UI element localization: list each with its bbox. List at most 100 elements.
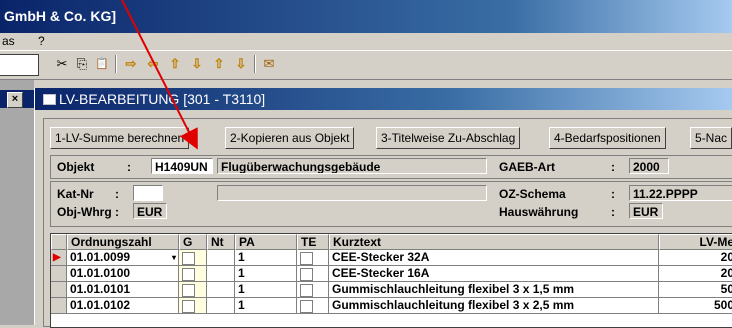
objekt-name-field: Flugüberwachungsgebäude — [217, 158, 487, 174]
kurztext-cell[interactable]: Gummischlauchleitung flexibel 3 x 2,5 mm — [329, 298, 659, 314]
dropdown-arrow-icon[interactable]: ▾ — [172, 250, 176, 265]
te-cell[interactable] — [297, 298, 329, 314]
pa-cell[interactable]: 1 — [235, 250, 297, 266]
g-checkbox[interactable] — [182, 283, 195, 297]
te-checkbox[interactable] — [300, 299, 313, 313]
hauswaehrung-label: Hauswährung — [499, 205, 579, 219]
nt-cell[interactable] — [207, 250, 235, 266]
arrow-down-icon[interactable]: ⇩ — [188, 55, 206, 73]
mail-icon[interactable]: ✉ — [260, 55, 278, 73]
lv-menge-cell[interactable]: 500 — [659, 298, 732, 314]
row-indicator — [51, 282, 67, 298]
katnr-field[interactable] — [133, 185, 163, 201]
objwhrg-label: Obj-Whrg — [57, 205, 112, 219]
nt-cell[interactable] — [207, 298, 235, 314]
ordnungszahl-cell[interactable]: 01.01.0101 — [67, 282, 179, 298]
g-cell[interactable] — [179, 266, 207, 282]
tab-lv-summe[interactable]: 1-LV-Summe berechnen — [50, 127, 190, 149]
katnr-group: Kat-Nr : Obj-Whrg : EUR OZ-Schema : 11.2… — [50, 181, 732, 227]
form-panel: 1-LV-Summe berechnen 2-Kopieren aus Obje… — [43, 118, 732, 328]
arrow-top-icon[interactable]: ⇧ — [210, 55, 228, 73]
arrow-right-icon[interactable]: ⇨ — [122, 55, 140, 73]
g-cell[interactable] — [179, 250, 207, 266]
colon: : — [115, 187, 119, 201]
close-icon[interactable]: × — [7, 92, 23, 108]
column-header-te[interactable]: TE — [297, 234, 329, 250]
table-row[interactable]: 01.01.0100 1 CEE-Stecker 16A 20 — [51, 266, 732, 282]
left-pane: × — [0, 80, 34, 325]
tab-titelweise[interactable]: 3-Titelweise Zu-Abschlag — [376, 127, 521, 149]
lv-grid[interactable]: Ordnungszahl G Nt PA TE Kurztext LV-Me ▶… — [50, 233, 732, 328]
lv-menge-cell[interactable]: 20 — [659, 266, 732, 282]
g-checkbox[interactable] — [182, 267, 195, 281]
lv-bearbeitung-window: LV-BEARBEITUNG [301 - T3110] 1-LV-Summe … — [34, 88, 732, 328]
te-cell[interactable] — [297, 250, 329, 266]
gaeb-label: GAEB-Art — [499, 160, 555, 174]
paste-icon[interactable]: 📋 — [93, 55, 111, 73]
row-indicator — [51, 298, 67, 314]
row-indicator-header — [51, 234, 67, 250]
row-indicator — [51, 266, 67, 282]
g-checkbox[interactable] — [182, 251, 195, 265]
tab-kopieren[interactable]: 2-Kopieren aus Objekt — [225, 127, 355, 149]
tab-nachtraege[interactable]: 5-Nac — [690, 127, 732, 149]
column-header-pa[interactable]: PA — [235, 234, 297, 250]
toolbar-combo[interactable] — [0, 54, 39, 76]
te-cell[interactable] — [297, 266, 329, 282]
child-title-bar: LV-BEARBEITUNG [301 - T3110] — [35, 88, 732, 110]
menu-bar: as ? — [0, 33, 732, 50]
g-checkbox[interactable] — [182, 299, 195, 313]
column-header-kurztext[interactable]: Kurztext — [329, 234, 659, 250]
objekt-label: Objekt — [57, 160, 95, 174]
column-header-ordnungszahl[interactable]: Ordnungszahl — [67, 234, 179, 250]
table-row[interactable]: ▶ 01.01.0099▾ 1 CEE-Stecker 32A 20 — [51, 250, 732, 266]
hauswaehrung-field[interactable]: EUR — [629, 203, 663, 219]
pa-cell[interactable]: 1 — [235, 266, 297, 282]
tab-bedarfspositionen[interactable]: 4-Bedarfspositionen — [549, 127, 666, 149]
menu-item-help[interactable]: ? — [38, 34, 45, 48]
kurztext-cell[interactable]: CEE-Stecker 16A — [329, 266, 659, 282]
scissors-icon[interactable]: ✂ — [53, 55, 71, 73]
column-header-lv-menge[interactable]: LV-Me — [659, 234, 732, 250]
colon: : — [611, 205, 615, 219]
column-header-g[interactable]: G — [179, 234, 207, 250]
main-title-bar: GmbH & Co. KG] — [0, 0, 732, 33]
menu-item-extras[interactable]: as — [2, 34, 15, 48]
nt-cell[interactable] — [207, 282, 235, 298]
nt-cell[interactable] — [207, 266, 235, 282]
kurztext-cell[interactable]: CEE-Stecker 32A — [329, 250, 659, 266]
ordnungszahl-cell[interactable]: 01.01.0102 — [67, 298, 179, 314]
arrow-left-icon[interactable]: ⇦ — [144, 55, 162, 73]
te-checkbox[interactable] — [300, 267, 313, 281]
te-checkbox[interactable] — [300, 283, 313, 297]
lv-menge-cell[interactable]: 50 — [659, 282, 732, 298]
te-checkbox[interactable] — [300, 251, 313, 265]
pa-cell[interactable]: 1 — [235, 282, 297, 298]
g-cell[interactable] — [179, 298, 207, 314]
oz-schema-label: OZ-Schema — [499, 187, 566, 201]
lv-menge-cell[interactable]: 20 — [659, 250, 732, 266]
table-row[interactable]: 01.01.0102 1 Gummischlauchleitung flexib… — [51, 298, 732, 314]
arrow-bottom-icon[interactable]: ⇩ — [232, 55, 250, 73]
te-cell[interactable] — [297, 282, 329, 298]
kurztext-cell[interactable]: Gummischlauchleitung flexibel 3 x 1,5 mm — [329, 282, 659, 298]
child-window-title: LV-BEARBEITUNG [301 - T3110] — [59, 91, 266, 107]
ordnungszahl-cell[interactable]: 01.01.0100 — [67, 266, 179, 282]
window-title: GmbH & Co. KG] — [4, 8, 116, 24]
ordnungszahl-cell[interactable]: 01.01.0099 ▾ — [67, 250, 179, 266]
objwhrg-field[interactable]: EUR — [133, 203, 167, 219]
g-cell[interactable] — [179, 282, 207, 298]
objekt-code-field[interactable]: H1409UN — [151, 158, 213, 174]
oz-schema-field[interactable]: 11.22.PPPP — [629, 185, 732, 201]
gaeb-art-field[interactable]: 2000 — [629, 158, 669, 174]
toolbar-separator — [254, 55, 256, 73]
colon: : — [115, 205, 119, 219]
column-header-nt[interactable]: Nt — [207, 234, 235, 250]
katnr-label: Kat-Nr — [57, 187, 94, 201]
colon: : — [127, 160, 131, 174]
window-icon — [43, 94, 56, 105]
pa-cell[interactable]: 1 — [235, 298, 297, 314]
copy-icon[interactable]: ⎘ — [73, 55, 91, 73]
table-row[interactable]: 01.01.0101 1 Gummischlauchleitung flexib… — [51, 282, 732, 298]
arrow-up-icon[interactable]: ⇧ — [166, 55, 184, 73]
